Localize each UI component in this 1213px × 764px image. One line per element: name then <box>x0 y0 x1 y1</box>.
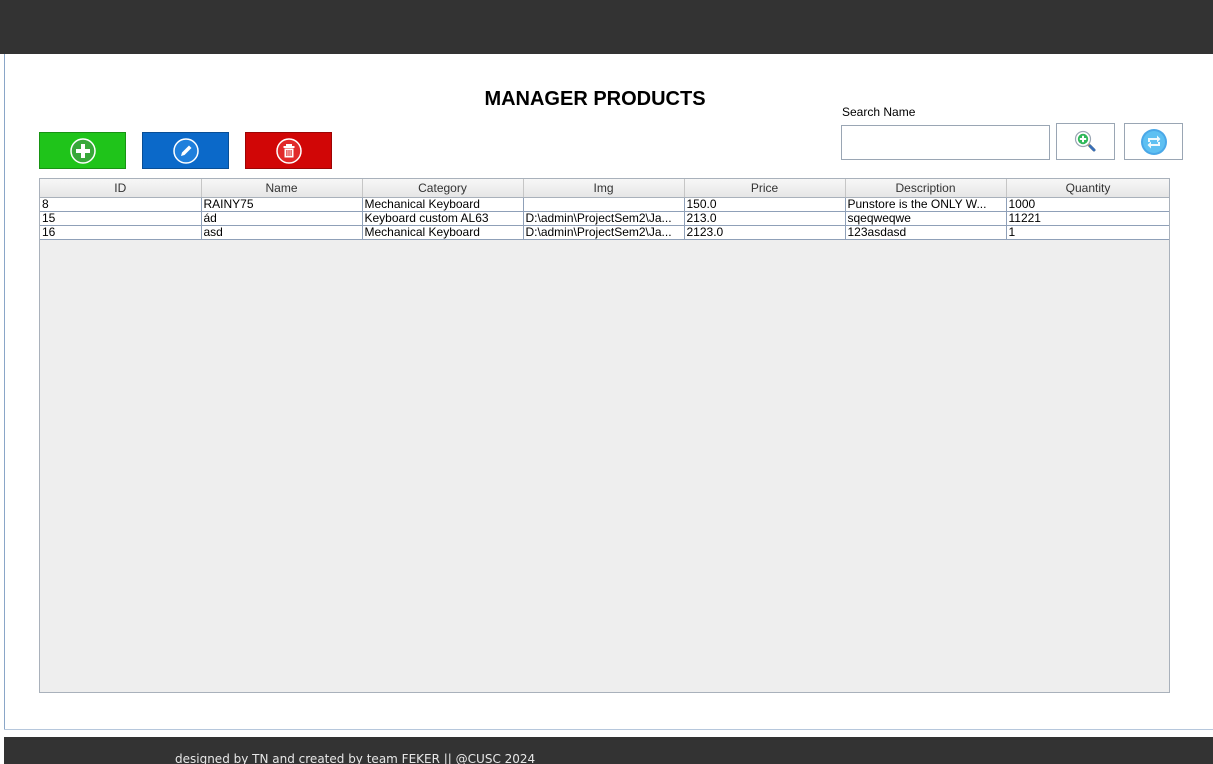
column-header-quantity[interactable]: Quantity <box>1006 179 1169 198</box>
table-row[interactable]: 15 ád Keyboard custom AL63 D:\admin\Proj… <box>40 211 1169 226</box>
cell-name[interactable]: RAINY75 <box>201 197 363 212</box>
window-left-border <box>4 54 5 730</box>
cell-price[interactable]: 2123.0 <box>684 225 846 240</box>
column-header-img[interactable]: Img <box>523 179 685 198</box>
table-header-row: ID Name Category Img Price Description Q… <box>40 179 1169 198</box>
cell-price[interactable]: 150.0 <box>684 197 846 212</box>
cell-id[interactable]: 8 <box>40 197 202 212</box>
footer-credits: designed by TN and created by team FEKER… <box>175 752 536 764</box>
cell-category[interactable]: Keyboard custom AL63 <box>362 211 524 226</box>
search-input[interactable] <box>841 125 1050 160</box>
column-header-name[interactable]: Name <box>201 179 363 198</box>
edit-product-button[interactable] <box>142 132 229 169</box>
magnifier-plus-icon <box>1074 130 1095 151</box>
refresh-icon <box>1140 128 1167 155</box>
cell-quantity[interactable]: 1000 <box>1006 197 1169 212</box>
cell-img[interactable]: D:\admin\ProjectSem2\Ja... <box>523 211 685 226</box>
refresh-button[interactable] <box>1124 123 1183 160</box>
cell-quantity[interactable]: 1 <box>1006 225 1169 240</box>
table-row[interactable]: 8 RAINY75 Mechanical Keyboard 150.0 Puns… <box>40 197 1169 212</box>
cell-description[interactable]: sqeqweqwe <box>845 211 1007 226</box>
table-row[interactable]: 16 asd Mechanical Keyboard D:\admin\Proj… <box>40 225 1169 240</box>
column-header-description[interactable]: Description <box>845 179 1007 198</box>
top-bar <box>0 0 1213 54</box>
column-header-id[interactable]: ID <box>40 179 202 198</box>
cell-name[interactable]: asd <box>201 225 363 240</box>
cell-description[interactable]: Punstore is the ONLY W... <box>845 197 1007 212</box>
column-header-price[interactable]: Price <box>684 179 846 198</box>
add-product-button[interactable] <box>39 132 126 169</box>
search-button[interactable] <box>1056 123 1115 160</box>
products-grid: ID Name Category Img Price Description Q… <box>40 179 1169 240</box>
trash-icon <box>275 137 302 164</box>
cell-category[interactable]: Mechanical Keyboard <box>362 197 524 212</box>
cell-name[interactable]: ád <box>201 211 363 226</box>
page-title: MANAGER PRODUCTS <box>484 88 706 110</box>
cell-id[interactable]: 15 <box>40 211 202 226</box>
cell-img[interactable]: D:\admin\ProjectSem2\Ja... <box>523 225 685 240</box>
column-header-category[interactable]: Category <box>362 179 524 198</box>
cell-img[interactable] <box>523 197 685 212</box>
cell-price[interactable]: 213.0 <box>684 211 846 226</box>
plus-circle-icon <box>69 137 96 164</box>
cell-quantity[interactable]: 11221 <box>1006 211 1169 226</box>
pencil-circle-icon <box>172 137 199 164</box>
search-label: Search Name <box>842 105 916 119</box>
cell-description[interactable]: 123asdasd <box>845 225 1007 240</box>
cell-category[interactable]: Mechanical Keyboard <box>362 225 524 240</box>
cell-id[interactable]: 16 <box>40 225 202 240</box>
products-table[interactable]: ID Name Category Img Price Description Q… <box>39 178 1170 693</box>
delete-product-button[interactable] <box>245 132 332 169</box>
content-bottom-border <box>4 729 1213 730</box>
footer-bar: designed by TN and created by team FEKER… <box>4 737 1213 764</box>
